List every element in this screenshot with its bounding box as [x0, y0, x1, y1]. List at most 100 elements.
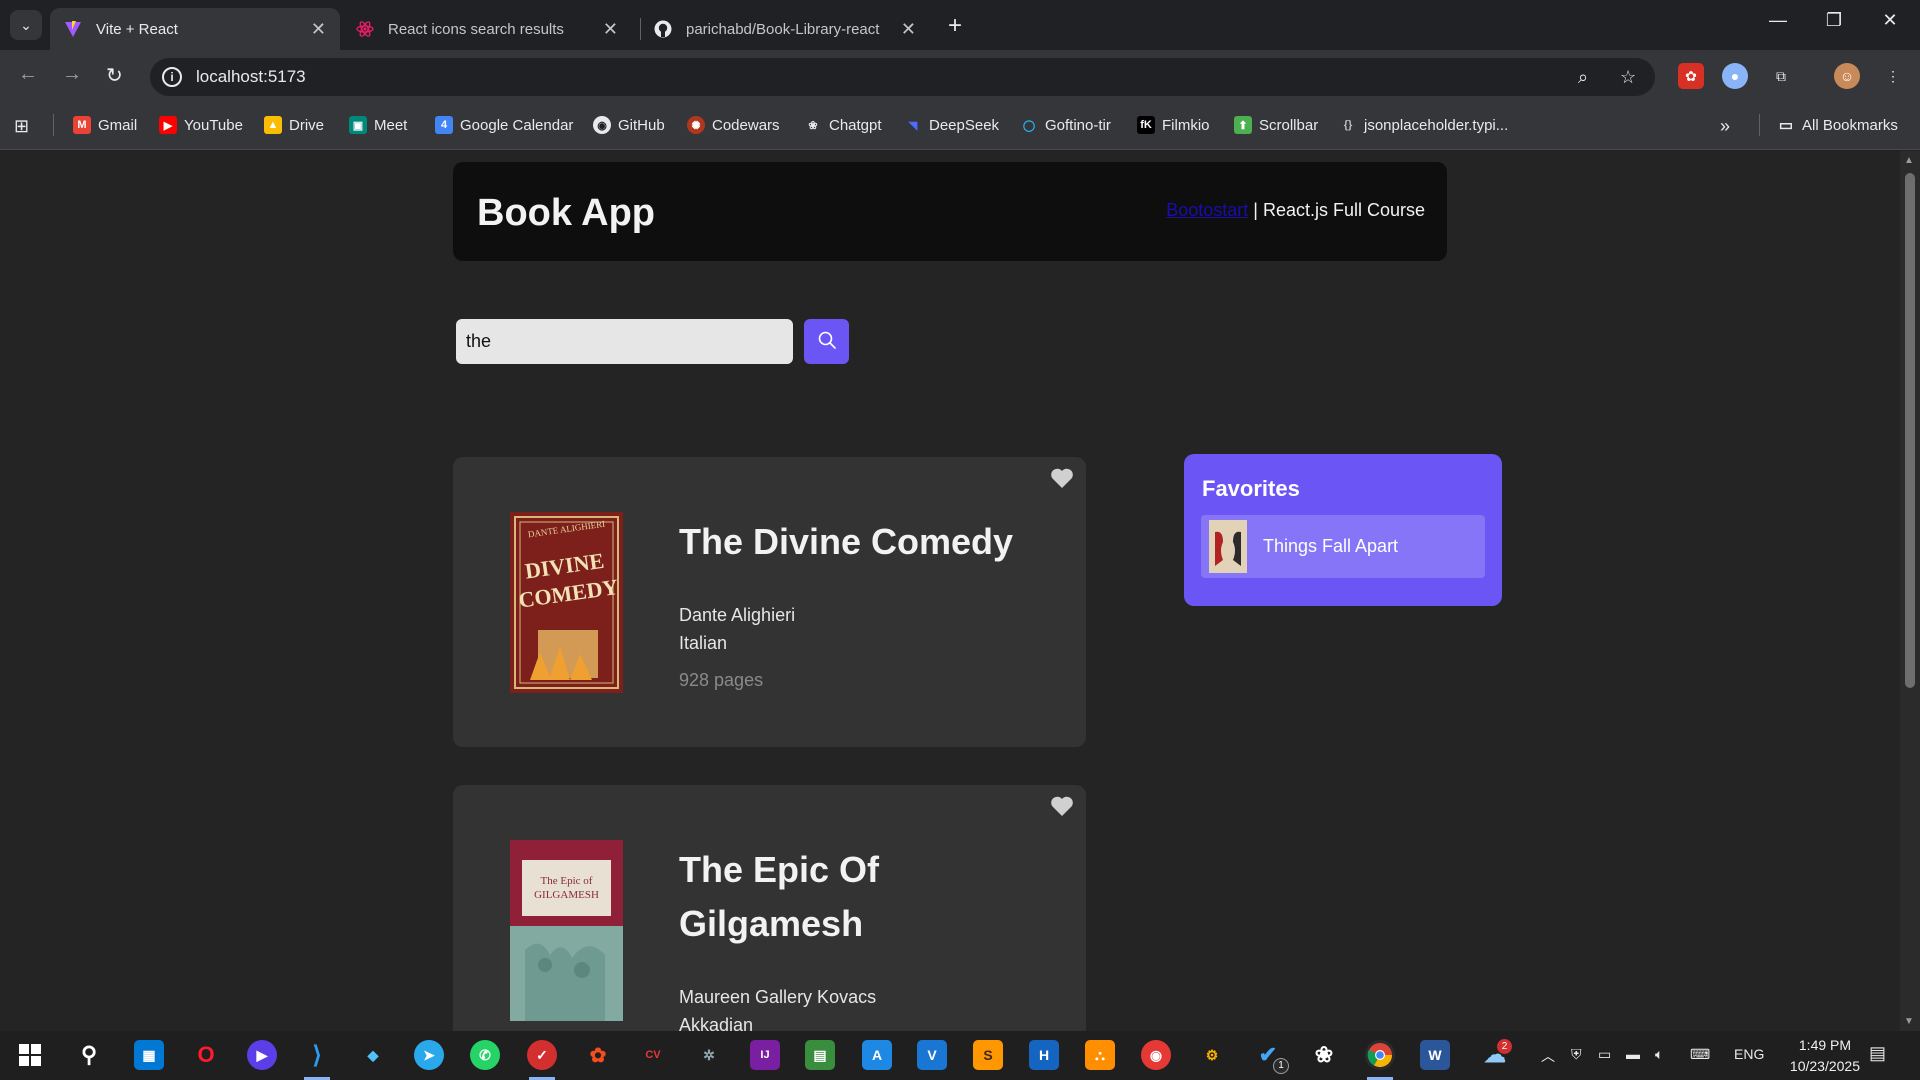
bookmark-google-calendar[interactable]: 4 Google Calendar	[435, 116, 573, 134]
more-bookmarks-chevron-icon[interactable]: »	[1720, 116, 1730, 137]
bookmark-gmail[interactable]: M Gmail	[73, 116, 137, 134]
browser-toolbar: ← → ↻ i localhost:5173 ⌕ ☆ ✿ ● ⧉ ☺ ⋮	[0, 50, 1920, 100]
battery-icon[interactable]: ▬	[1626, 1046, 1640, 1062]
sublime-icon[interactable]: S	[973, 1040, 1003, 1070]
close-window-icon[interactable]: ✕	[1870, 10, 1910, 31]
figma-icon[interactable]: ✿	[583, 1040, 613, 1070]
bookmark-filmkio[interactable]: fK Filmkio	[1137, 116, 1210, 134]
app-h-icon[interactable]: H	[1029, 1040, 1059, 1070]
address-url[interactable]: localhost:5173	[196, 67, 306, 87]
forward-icon[interactable]: →	[62, 63, 82, 86]
search-input[interactable]	[456, 319, 793, 364]
youtube-icon: ▶	[159, 116, 177, 134]
app-network-icon[interactable]: ⛬	[1085, 1040, 1115, 1070]
bookmark-jsonplaceholder[interactable]: {} jsonplaceholder.typi...	[1339, 116, 1509, 134]
action-center-icon[interactable]: ▤	[1869, 1043, 1886, 1064]
bookmark-goftino[interactable]: ◯ Goftino-tir	[1020, 116, 1111, 134]
extension-icon[interactable]: ●	[1722, 63, 1748, 89]
book-author: Dante Alighieri	[679, 605, 796, 625]
search-button[interactable]	[804, 319, 849, 364]
credit-link[interactable]: Bootostart	[1166, 200, 1248, 220]
show-hidden-icons-chevron-icon[interactable]: ︿	[1541, 1046, 1555, 1066]
bookmark-github[interactable]: ◉ GitHub	[593, 116, 665, 134]
minimize-icon[interactable]: —	[1758, 10, 1798, 31]
system-clock[interactable]: 1:49 PM 10/23/2025	[1790, 1035, 1860, 1077]
drive-icon: ▲	[264, 116, 282, 134]
github-icon	[654, 20, 672, 38]
keyboard-icon[interactable]: ⌨	[1690, 1046, 1710, 1063]
app-gear-icon[interactable]: ⚙	[1197, 1040, 1227, 1070]
proteus-icon[interactable]: ✲	[694, 1040, 724, 1070]
microsoft-store-icon[interactable]: ▦	[134, 1040, 164, 1070]
volume-icon[interactable]: 🔈︎	[1655, 1046, 1663, 1063]
proton-vpn-icon[interactable]: ▶	[247, 1040, 277, 1070]
bookmark-drive[interactable]: ▲ Drive	[264, 116, 324, 134]
extension-icon[interactable]: ✿	[1678, 63, 1704, 89]
apps-grid-icon[interactable]: ⊞	[14, 116, 29, 137]
close-tab-icon[interactable]: ✕	[311, 19, 326, 40]
tab-search-button[interactable]: ⌄	[10, 10, 42, 40]
goftino-icon: ◯	[1022, 119, 1036, 132]
bookmark-deepseek[interactable]: ◥ DeepSeek	[904, 116, 999, 134]
zoom-icon[interactable]: ⌕	[1578, 67, 1588, 88]
network-icon[interactable]: ▭	[1598, 1046, 1611, 1063]
app-title: Book App	[477, 192, 656, 234]
bookmarks-bar: ⊞ M Gmail ▶ YouTube ▲ Drive ▣ Meet 4 Google C…	[0, 100, 1920, 150]
app-icon[interactable]: ✓	[527, 1040, 557, 1070]
clock-time: 1:49 PM	[1798, 1037, 1852, 1053]
app-a-icon[interactable]: A	[862, 1040, 892, 1070]
security-shield-icon[interactable]: ⛨	[1571, 1046, 1582, 1063]
codewars-icon: ✺	[687, 116, 705, 134]
chrome-icon[interactable]	[1365, 1040, 1395, 1070]
book-card: DANTE ALIGHIERI DIVINE COMEDY The Divine…	[453, 457, 1086, 747]
intellij-icon[interactable]: IJ	[750, 1040, 780, 1070]
tab-vite-react[interactable]: Vite + React ✕	[50, 8, 340, 50]
app-v-icon[interactable]: V	[917, 1040, 947, 1070]
restore-icon[interactable]: ❐	[1814, 10, 1854, 31]
bookmark-chatgpt[interactable]: ❀ Chatgpt	[804, 116, 881, 134]
bookmark-meet[interactable]: ▣ Meet	[349, 116, 407, 134]
reload-icon[interactable]: ↻	[106, 63, 123, 88]
scrollbar-icon: ⬆	[1234, 116, 1252, 134]
scroll-up-arrow-icon[interactable]: ▲	[1904, 155, 1914, 166]
heart-icon[interactable]	[1050, 467, 1074, 489]
bookmarks-divider	[53, 114, 54, 136]
address-bar[interactable]: i localhost:5173 ⌕ ☆	[150, 58, 1655, 96]
scrollbar-thumb[interactable]	[1905, 173, 1915, 688]
telegram-icon[interactable]: ➤	[414, 1040, 444, 1070]
all-bookmarks-button[interactable]: ▭ All Bookmarks	[1777, 116, 1898, 135]
record-icon[interactable]: ◉	[1141, 1040, 1171, 1070]
windows-start-icon[interactable]	[15, 1040, 45, 1070]
site-info-icon[interactable]: i	[162, 67, 182, 87]
close-tab-icon[interactable]: ✕	[901, 19, 916, 40]
opera-icon[interactable]: O	[191, 1040, 221, 1070]
extensions-puzzle-icon[interactable]: ⧉	[1768, 63, 1794, 89]
chatgpt-app-icon[interactable]: ❀	[1309, 1040, 1339, 1070]
excel-like-icon[interactable]: ▤	[805, 1040, 835, 1070]
tab-title: parichabd/Book-Library-react	[686, 20, 880, 38]
taskbar-search-icon[interactable]: ⚲	[74, 1040, 104, 1070]
favorite-item[interactable]: Things Fall Apart	[1201, 515, 1485, 578]
bookmark-star-icon[interactable]: ☆	[1620, 67, 1636, 88]
bookmark-scrollbar[interactable]: ⬆ Scrollbar	[1234, 116, 1318, 134]
tab-react-icons[interactable]: React icons search results ✕	[342, 8, 632, 50]
whatsapp-icon[interactable]: ✆	[470, 1040, 500, 1070]
language-indicator[interactable]: ENG	[1734, 1046, 1764, 1062]
cvavr-icon[interactable]: CV	[638, 1040, 668, 1070]
dev-tool-icon[interactable]: ◆	[358, 1040, 388, 1070]
scroll-down-arrow-icon[interactable]: ▼	[1904, 1016, 1914, 1027]
bookmark-codewars[interactable]: ✺ Codewars	[687, 116, 780, 134]
book-author: Maureen Gallery Kovacs	[679, 987, 877, 1007]
heart-icon[interactable]	[1050, 795, 1074, 817]
close-tab-icon[interactable]: ✕	[603, 19, 618, 40]
word-icon[interactable]: W	[1420, 1040, 1450, 1070]
bookmark-youtube[interactable]: ▶ YouTube	[159, 116, 243, 134]
tab-github-repo[interactable]: parichabd/Book-Library-react ✕	[640, 8, 930, 50]
menu-kebab-icon[interactable]: ⋮	[1880, 63, 1906, 89]
profile-avatar[interactable]: ☺	[1834, 63, 1860, 89]
new-tab-button[interactable]: +	[948, 12, 962, 40]
back-icon[interactable]: ←	[18, 63, 38, 86]
book-pages: 928 pages	[679, 670, 764, 690]
vscode-icon[interactable]: ⟩	[302, 1040, 332, 1070]
page-scrollbar[interactable]: ▲ ▼	[1900, 151, 1920, 1031]
